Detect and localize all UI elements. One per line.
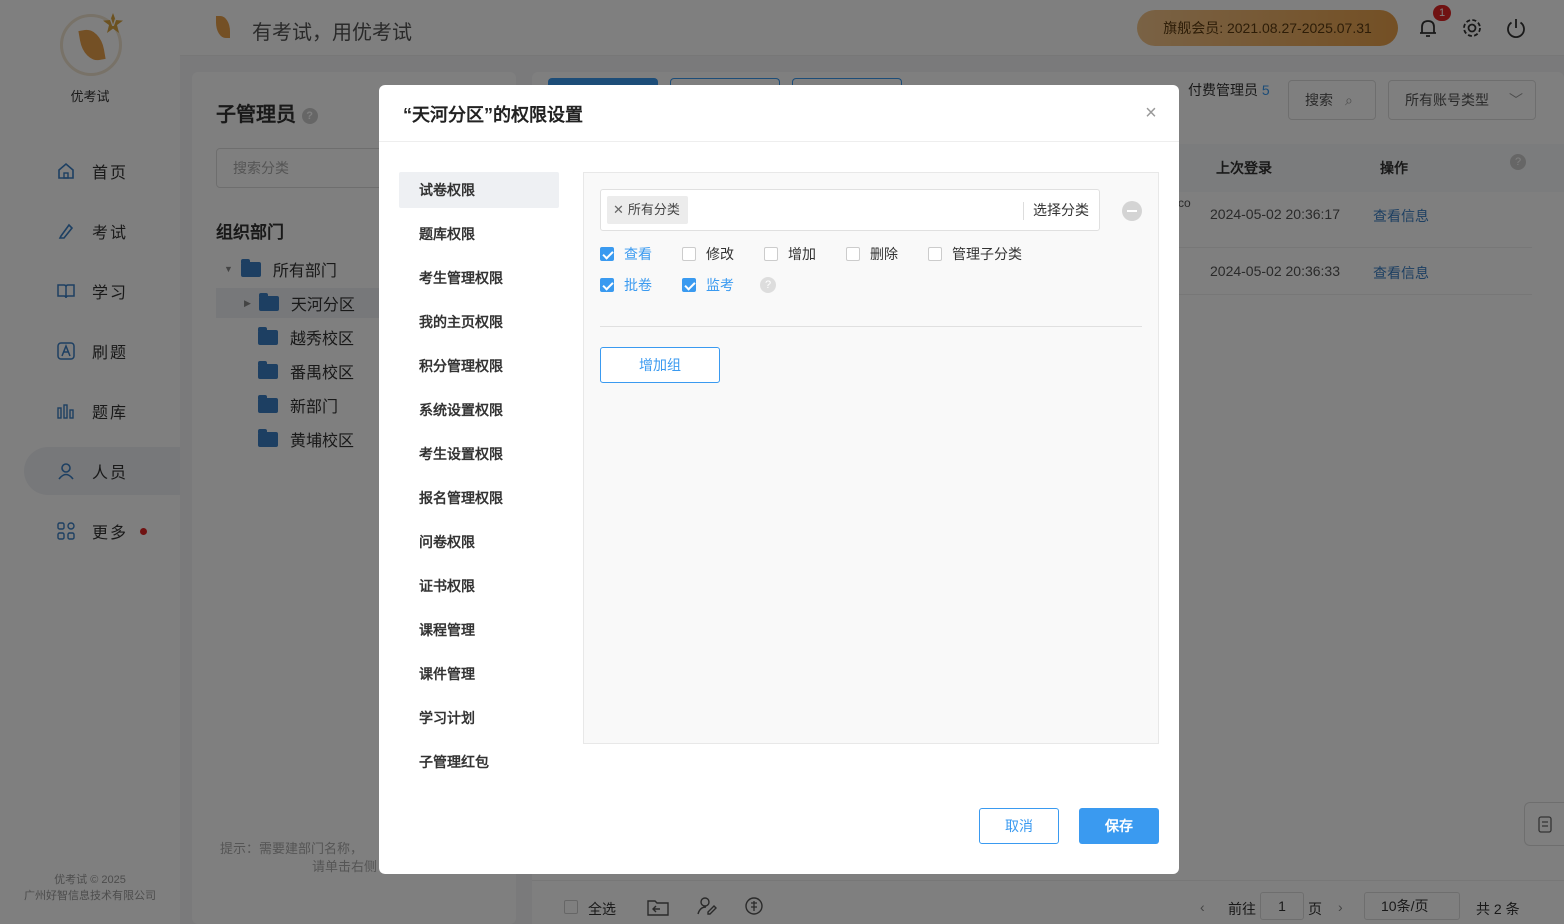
- checkbox-box[interactable]: [682, 278, 696, 292]
- menu-item-student-settings-permission[interactable]: 考生设置权限: [399, 436, 559, 472]
- menu-item-course[interactable]: 课程管理: [399, 612, 559, 648]
- dialog-title: “天河分区”的权限设置: [403, 105, 583, 125]
- checkbox-box[interactable]: [600, 247, 614, 261]
- menu-item-points-permission[interactable]: 积分管理权限: [399, 348, 559, 384]
- checkbox-label: 监考: [706, 277, 734, 293]
- menu-item-registration-permission[interactable]: 报名管理权限: [399, 480, 559, 516]
- select-category-button[interactable]: 选择分类: [1033, 190, 1089, 230]
- permission-proctor-checkbox[interactable]: 监考: [682, 275, 734, 295]
- permission-grade-checkbox[interactable]: 批卷: [600, 275, 652, 295]
- cancel-button[interactable]: 取消: [979, 808, 1059, 844]
- menu-item-bank-permission[interactable]: 题库权限: [399, 216, 559, 252]
- save-button[interactable]: 保存: [1079, 808, 1159, 844]
- menu-item-student-permission[interactable]: 考生管理权限: [399, 260, 559, 296]
- category-selector[interactable]: ✕ 所有分类 选择分类: [600, 189, 1100, 231]
- checkbox-box[interactable]: [600, 278, 614, 292]
- menu-item-study-plan[interactable]: 学习计划: [399, 700, 559, 736]
- permission-view-checkbox[interactable]: 查看: [600, 244, 652, 264]
- divider: [600, 326, 1142, 327]
- permission-edit-checkbox[interactable]: 修改: [682, 244, 734, 264]
- remove-group-icon[interactable]: [1122, 201, 1142, 221]
- checkbox-label: 查看: [624, 246, 652, 262]
- divider: [379, 141, 1179, 142]
- remove-tag-icon[interactable]: ✕: [613, 202, 624, 217]
- category-tag-label: 所有分类: [627, 202, 680, 217]
- help-icon[interactable]: ?: [760, 277, 776, 293]
- checkbox-box[interactable]: [764, 247, 778, 261]
- checkbox-box[interactable]: [928, 247, 942, 261]
- menu-item-system-permission[interactable]: 系统设置权限: [399, 392, 559, 428]
- category-tag: ✕ 所有分类: [607, 196, 688, 224]
- checkbox-label: 管理子分类: [952, 246, 1022, 262]
- checkbox-label: 批卷: [624, 277, 652, 293]
- divider: [1023, 202, 1024, 220]
- permission-delete-checkbox[interactable]: 删除: [846, 244, 898, 264]
- menu-item-certificate-permission[interactable]: 证书权限: [399, 568, 559, 604]
- checkbox-label: 增加: [788, 246, 816, 262]
- menu-item-red-packet[interactable]: 子管理红包: [399, 744, 559, 780]
- permission-add-checkbox[interactable]: 增加: [764, 244, 816, 264]
- checkbox-label: 删除: [870, 246, 898, 262]
- menu-item-homepage-permission[interactable]: 我的主页权限: [399, 304, 559, 340]
- menu-item-survey-permission[interactable]: 问卷权限: [399, 524, 559, 560]
- checkbox-box[interactable]: [846, 247, 860, 261]
- checkbox-box[interactable]: [682, 247, 696, 261]
- close-icon[interactable]: ×: [1141, 103, 1161, 123]
- permission-manage-subcategory-checkbox[interactable]: 管理子分类: [928, 244, 1022, 264]
- checkbox-label: 修改: [706, 246, 734, 262]
- permission-content: ✕ 所有分类 选择分类 查看 修改 增加 删除 管理子分类 批卷 监考 ? 增加组: [583, 172, 1159, 744]
- permission-dialog: “天河分区”的权限设置 × 试卷权限 题库权限 考生管理权限 我的主页权限 积分…: [379, 85, 1179, 874]
- menu-item-courseware[interactable]: 课件管理: [399, 656, 559, 692]
- menu-item-exam-permission[interactable]: 试卷权限: [399, 172, 559, 208]
- add-group-button[interactable]: 增加组: [600, 347, 720, 383]
